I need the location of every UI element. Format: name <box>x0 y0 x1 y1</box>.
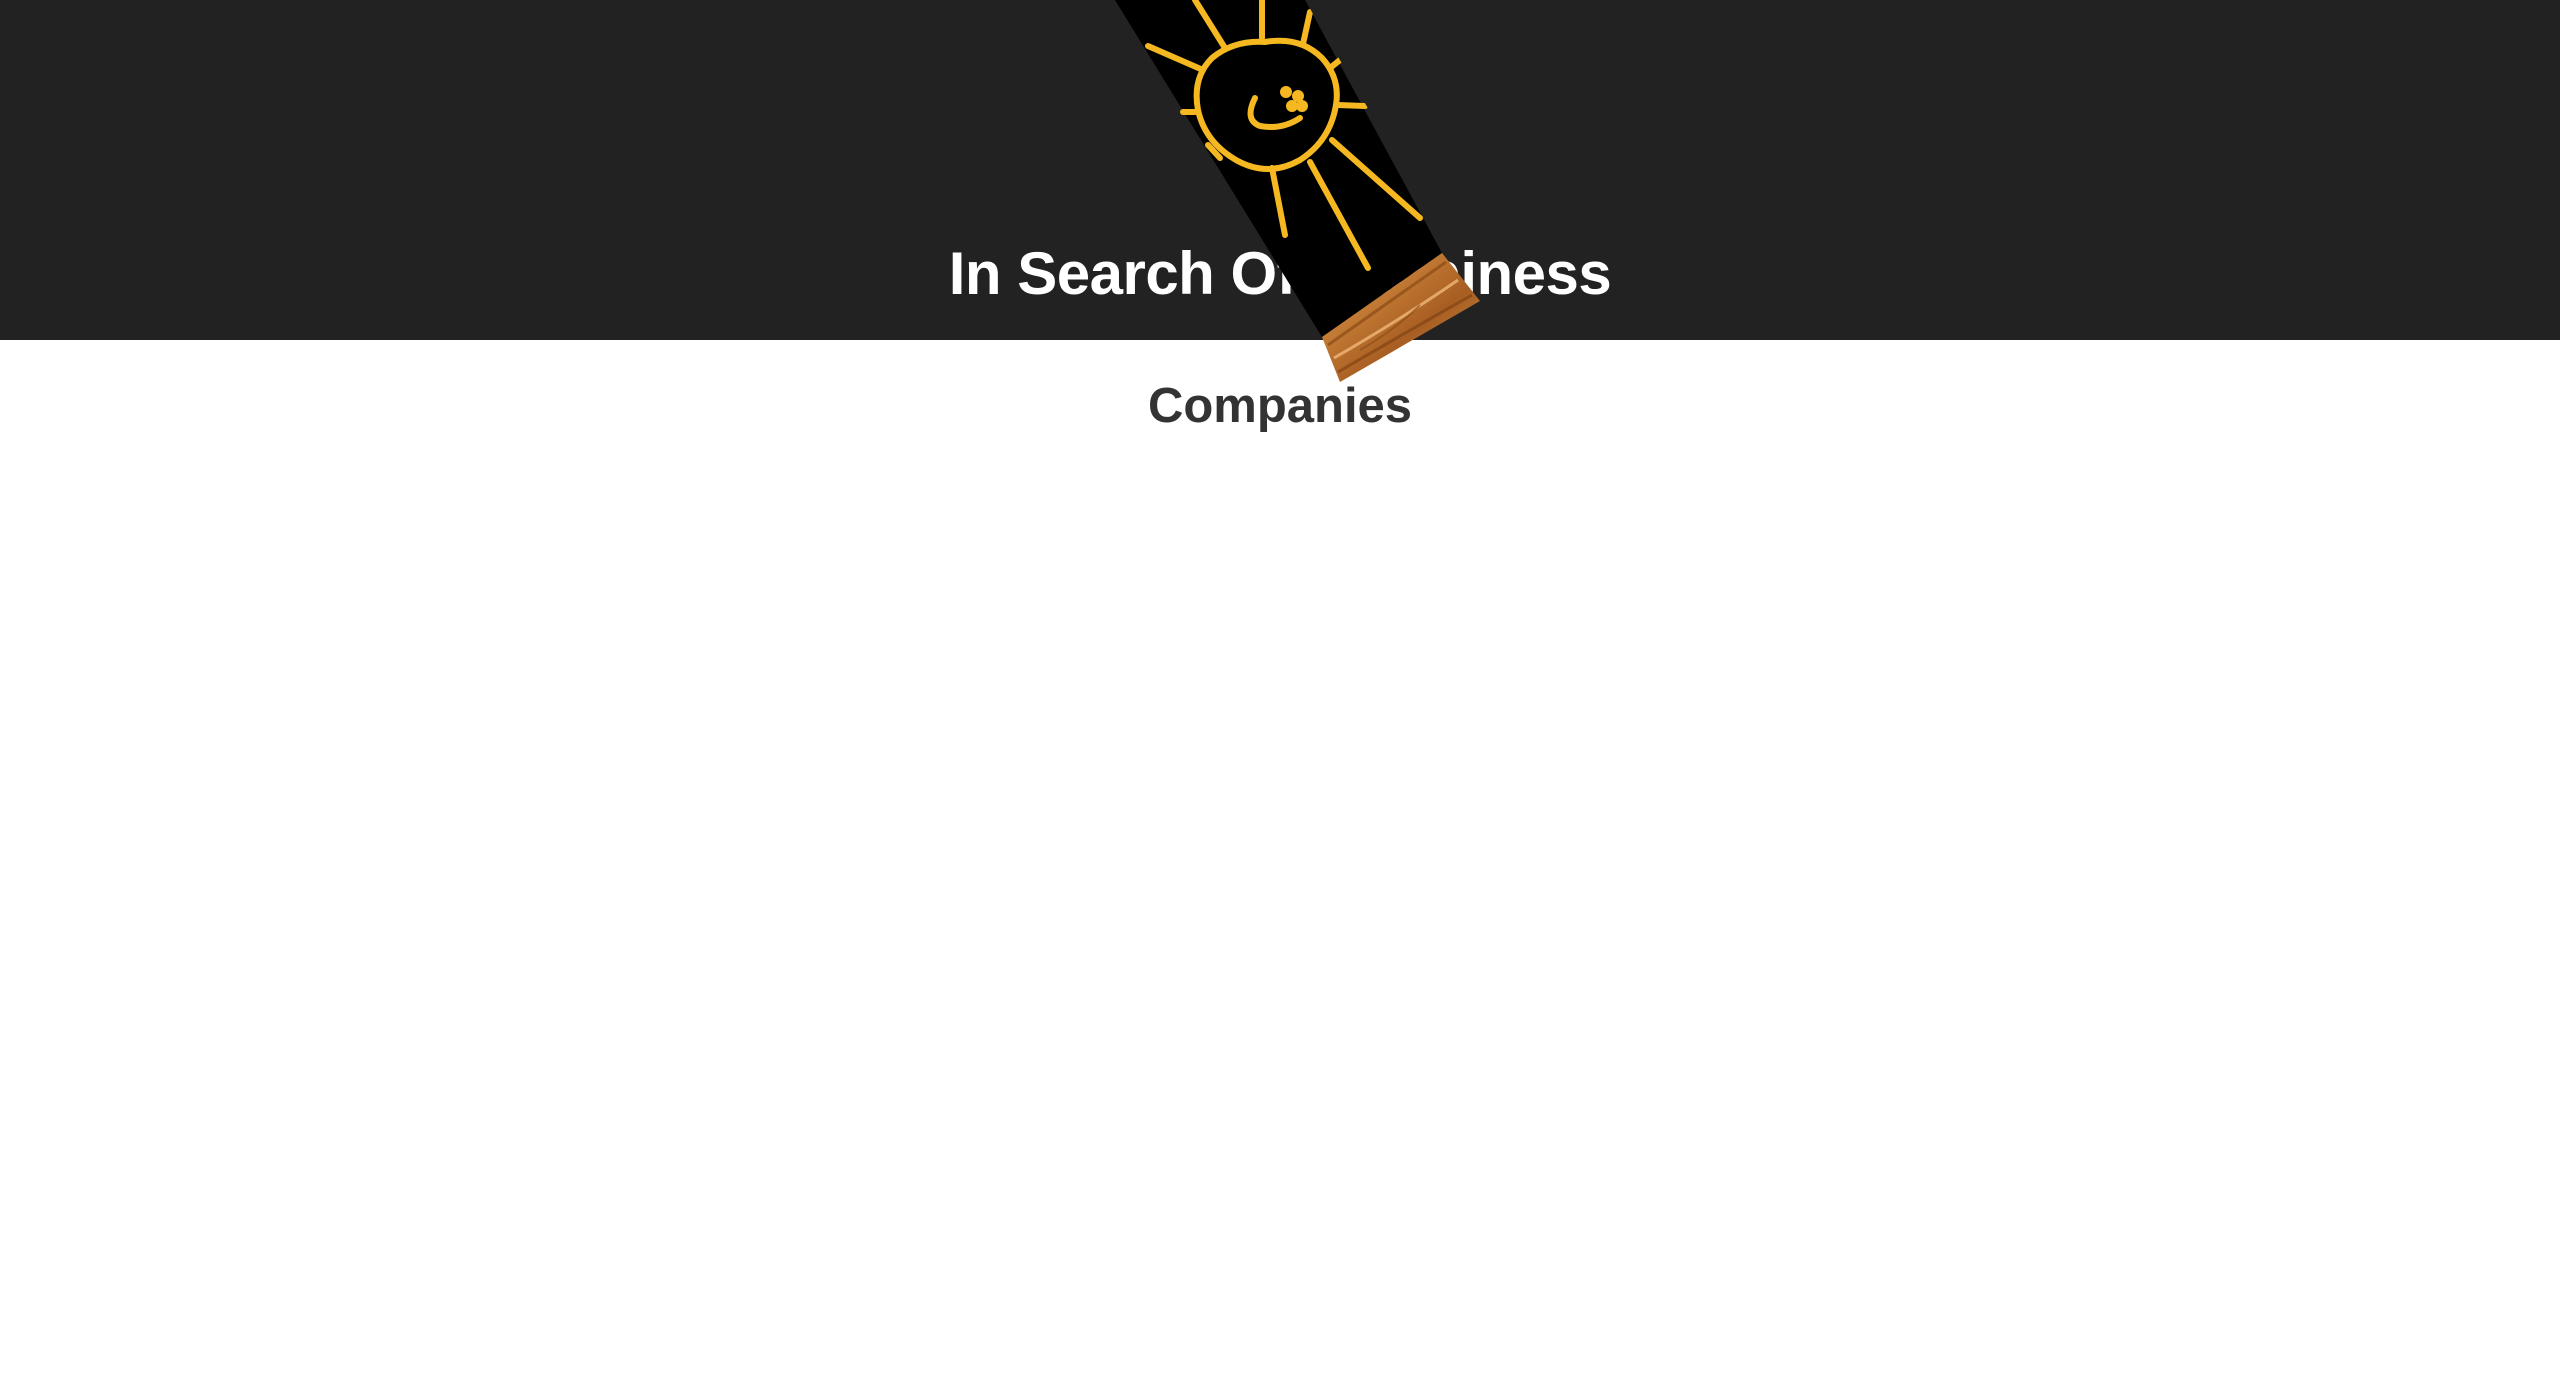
page: In Search Of Happiness Companies <box>0 0 2560 1388</box>
hanging-banner <box>0 0 2560 400</box>
hanging-banner-graphic <box>1115 0 1480 382</box>
